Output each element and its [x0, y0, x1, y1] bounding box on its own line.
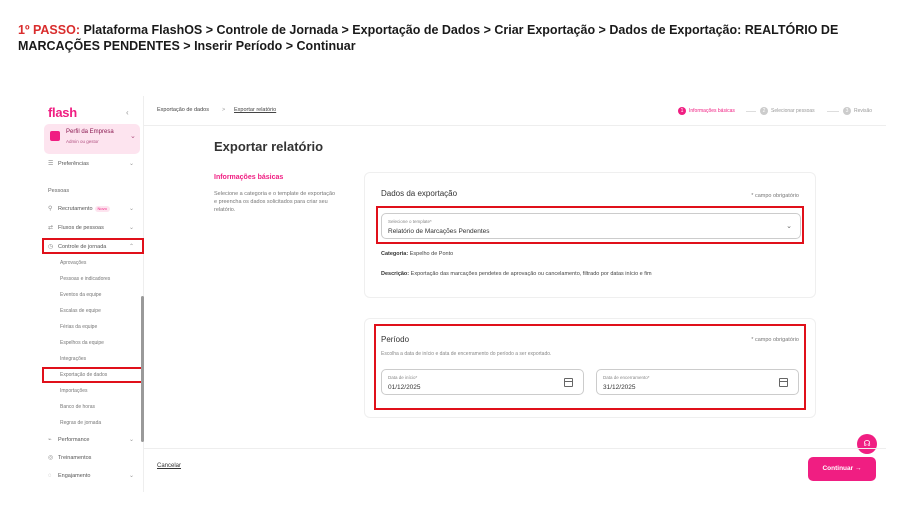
- card-title: Dados da exportação: [381, 189, 458, 198]
- profile-role: Admin ou gestor: [66, 139, 99, 144]
- step-number: 3: [843, 106, 851, 115]
- chevron-down-icon: ⌄: [130, 133, 136, 140]
- step-label: Informações básicas: [689, 108, 735, 114]
- description-value: Exportação das marcações pendetes de apr…: [409, 271, 652, 277]
- highlight-box: [374, 324, 806, 410]
- profile-selector[interactable]: Perfil da Empresa Admin ou gestor ⌄: [44, 124, 140, 154]
- company-icon: [50, 131, 60, 141]
- flash-logo: flash: [48, 105, 77, 120]
- highlight-box: [42, 367, 144, 383]
- profile-name: Perfil da Empresa: [66, 129, 114, 135]
- required-note: * campo obrigatório: [751, 193, 799, 199]
- sidebar-item-label: Engajamento: [58, 473, 91, 479]
- step-number: 1: [678, 106, 686, 115]
- chevron-down-icon: ⌄: [128, 225, 134, 231]
- sidebar-item-engagement[interactable]: ◌ Engajamento ⌄: [48, 470, 140, 482]
- page-title: Exportar relatório: [214, 139, 324, 154]
- sidebar-item-people-flows[interactable]: ⇄ Fluxos de pessoas ⌄: [48, 222, 140, 234]
- instruction-path: Plataforma FlashOS > Controle de Jornada…: [18, 23, 839, 53]
- person-icon: ⚲: [48, 206, 53, 212]
- step-connector: [746, 111, 756, 112]
- step-basic-info: 1 Informações básicas: [678, 106, 735, 116]
- sidebar: flash ‹ Perfil da Empresa Admin ou gesto…: [40, 96, 144, 492]
- category-label: Categoria:: [381, 251, 409, 257]
- sidebar-item-label: Preferências: [58, 161, 89, 167]
- breadcrumb-current: Exportar relatório: [234, 107, 277, 113]
- chevron-down-icon: ⌄: [128, 206, 134, 212]
- sidebar-subitem-team-vacations[interactable]: Férias da equipe: [60, 321, 97, 333]
- chevron-left-icon[interactable]: ‹: [126, 108, 129, 117]
- sidebar-item-performance[interactable]: ⌁ Performance ⌄: [48, 434, 140, 446]
- sidebar-subitem-people-indicators[interactable]: Pessoas e indicadores: [60, 273, 110, 285]
- description-line: Descrição: Exportação das marcações pend…: [381, 271, 652, 277]
- sidebar-item-trainings[interactable]: ◎ Treinamentos: [48, 452, 140, 464]
- continue-button[interactable]: Continuar →: [808, 457, 876, 481]
- app-window: flash ‹ Perfil da Empresa Admin ou gesto…: [40, 96, 886, 492]
- continue-label: Continuar: [822, 465, 854, 472]
- step-select-people: 2 Selecionar pessoas: [760, 106, 815, 116]
- sidebar-subitem-approvals[interactable]: Aprovações: [60, 257, 86, 269]
- chevron-down-icon: ⌄: [128, 473, 134, 479]
- step-connector: [827, 111, 839, 112]
- chevron-down-icon: ⌄: [128, 161, 134, 167]
- sidebar-subitem-team-schedules[interactable]: Escalas de equipe: [60, 305, 101, 317]
- sidebar-item-label: Treinamentos: [58, 455, 92, 461]
- sidebar-subitem-team-timesheets[interactable]: Espelhos da equipe: [60, 337, 104, 349]
- flow-icon: ⇄: [48, 225, 54, 231]
- sidebar-subitem-imports[interactable]: Importações: [60, 385, 88, 397]
- highlight-box: [376, 206, 804, 244]
- sidebar-subitem-integrations[interactable]: Integrações: [60, 353, 86, 365]
- performance-icon: ⌁: [48, 437, 52, 443]
- description-label: Descrição:: [381, 271, 410, 277]
- step-label: Selecionar pessoas: [771, 108, 815, 114]
- preferences-icon: ☰: [48, 161, 54, 167]
- sidebar-item-recruitment[interactable]: ⚲ Recrutamento Novo ⌄: [48, 203, 140, 215]
- breadcrumb-separator-icon: >: [222, 107, 226, 113]
- sidebar-item-label: Fluxos de pessoas: [58, 225, 104, 231]
- chevron-down-icon: ⌄: [128, 437, 134, 443]
- section-description: Selecione a categoria e o template de ex…: [214, 191, 336, 213]
- category-line: Categoria: Espelho de Ponto: [381, 251, 453, 257]
- header-bar: Exportação de dados > Exportar relatório…: [144, 96, 886, 126]
- sidebar-item-preferences[interactable]: ☰ Preferências ⌄: [48, 158, 140, 170]
- sidebar-subitem-hour-bank[interactable]: Banco de horas: [60, 401, 95, 413]
- sidebar-section-pessoas[interactable]: Pessoas: [48, 188, 69, 194]
- cancel-button[interactable]: Cancelar: [157, 463, 181, 469]
- step-number: 2: [760, 106, 768, 115]
- sidebar-item-label: Recrutamento: [58, 206, 93, 212]
- breadcrumb-export-data[interactable]: Exportação de dados: [157, 107, 209, 113]
- step-label: Revisão: [854, 108, 873, 114]
- sidebar-subitem-team-events[interactable]: Eventos da equipe: [60, 289, 101, 301]
- highlight-box: [42, 238, 144, 254]
- category-value: Espelho de Ponto: [408, 251, 454, 257]
- engagement-icon: ◌: [48, 473, 52, 479]
- sidebar-item-label: Performance: [58, 437, 90, 443]
- section-title: Informações básicas: [214, 174, 284, 181]
- sidebar-subitem-work-rules[interactable]: Regras de jornada: [60, 417, 101, 429]
- new-badge: Novo: [94, 205, 110, 212]
- arrow-right-icon: →: [855, 465, 862, 472]
- instruction-step: 1º PASSO:: [18, 23, 80, 37]
- main-content: Exportação de dados > Exportar relatório…: [144, 96, 886, 492]
- training-icon: ◎: [48, 455, 54, 461]
- footer-bar: Cancelar Continuar →: [144, 448, 886, 492]
- step-review: 3 Revisão: [843, 106, 872, 116]
- instruction-text: 1º PASSO: Plataforma FlashOS > Controle …: [18, 22, 878, 54]
